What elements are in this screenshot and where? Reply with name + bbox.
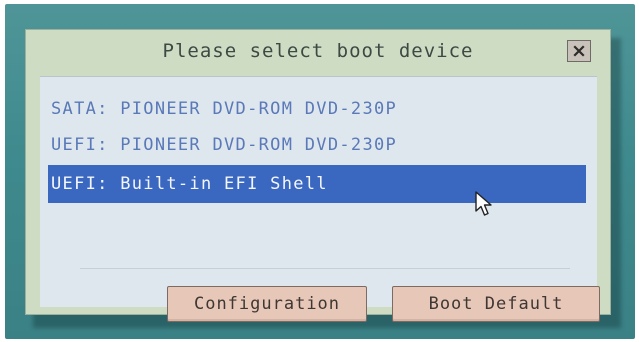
configuration-button[interactable]: Configuration	[167, 286, 367, 322]
boot-device-item-sata-dvd[interactable]: SATA: PIONEER DVD-ROM DVD-230P	[48, 91, 586, 127]
dialog-titlebar: Please select boot device	[26, 30, 610, 76]
close-button[interactable]	[567, 40, 591, 62]
divider	[80, 268, 570, 269]
dialog-body: SATA: PIONEER DVD-ROM DVD-230P UEFI: PIO…	[40, 76, 600, 322]
close-icon	[573, 45, 585, 57]
dialog-title: Please select boot device	[162, 40, 474, 62]
boot-device-item-efi-shell[interactable]: UEFI: Built-in EFI Shell	[48, 165, 586, 203]
boot-default-button[interactable]: Boot Default	[392, 286, 600, 322]
boot-device-list: SATA: PIONEER DVD-ROM DVD-230P UEFI: PIO…	[48, 91, 586, 203]
mouse-pointer-icon	[475, 191, 492, 216]
boot-device-item-uefi-dvd[interactable]: UEFI: PIONEER DVD-ROM DVD-230P	[48, 127, 586, 163]
boot-device-dialog: Please select boot device SATA: PIONEER …	[25, 29, 611, 322]
